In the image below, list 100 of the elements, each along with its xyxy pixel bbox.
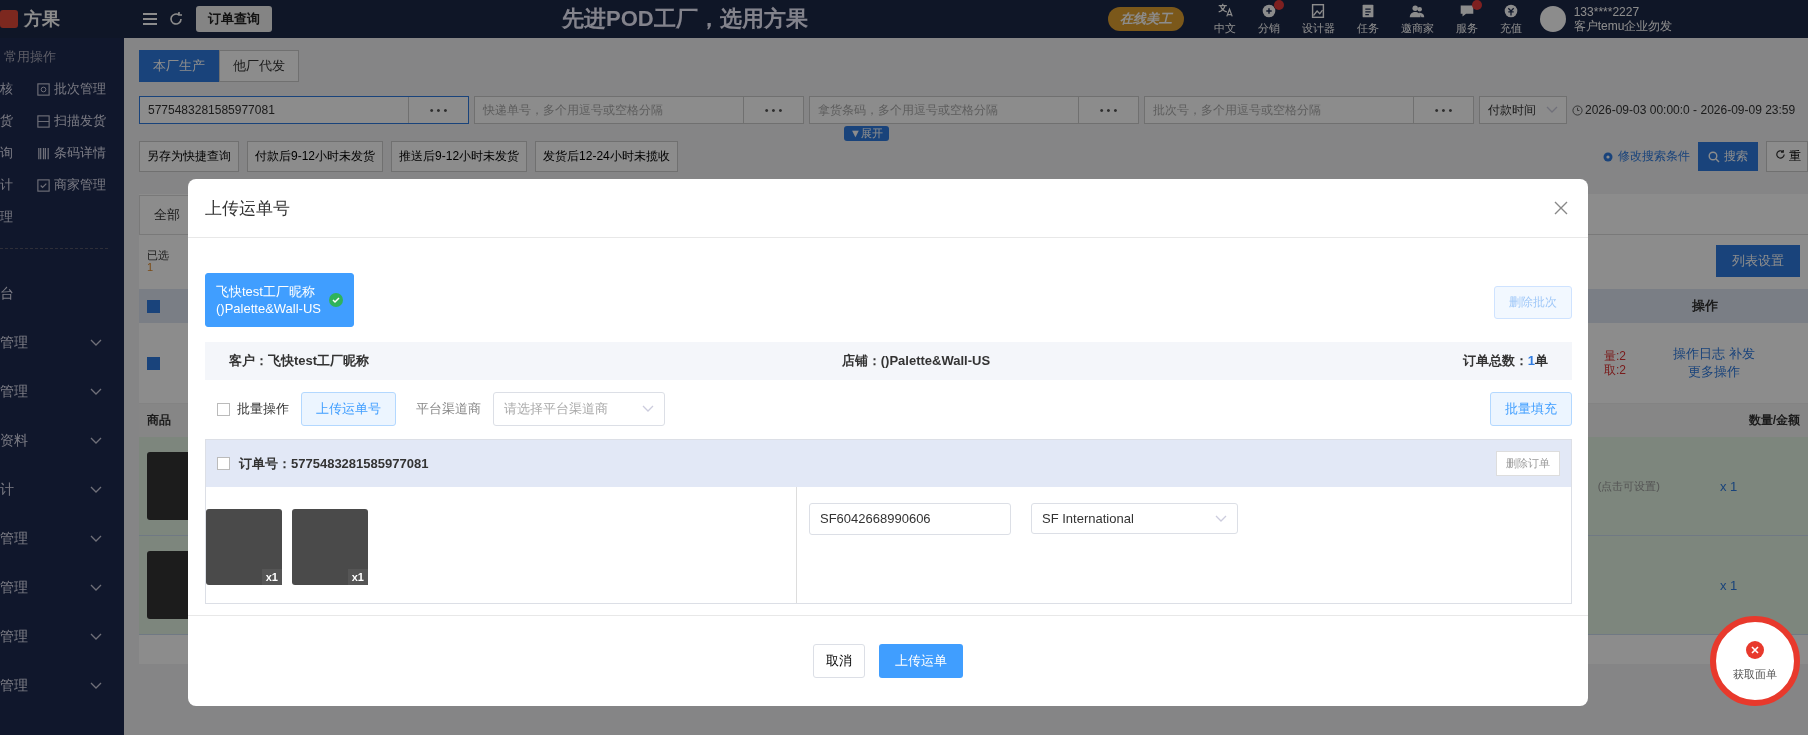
sidebar-menu-item[interactable]: 资料 (0, 416, 124, 465)
submit-button[interactable]: 上传运单 (879, 644, 963, 678)
close-icon (1746, 640, 1764, 659)
logo-text: 方果 (24, 8, 60, 31)
chevron-down-icon (1215, 514, 1227, 523)
chevron-down-icon (90, 436, 102, 445)
banner-slogan: 先进POD工厂，选用方果 (562, 5, 808, 33)
column-header: 商品 (147, 412, 171, 429)
edit-conditions-link[interactable]: 修改搜索条件 (1601, 148, 1690, 165)
sidebar-menu-item[interactable]: 管理 (0, 367, 124, 416)
toolbar-item[interactable]: 邀商家 (1400, 2, 1434, 36)
close-icon[interactable] (1554, 201, 1568, 215)
search-button[interactable]: 搜索 (1697, 142, 1758, 171)
batch-checkbox[interactable]: 批量操作 (217, 400, 289, 418)
chevron-down-icon (90, 534, 102, 543)
search-icon (1707, 150, 1720, 163)
chevron-down-icon (1546, 106, 1558, 114)
order-number: 订单号：5775483281585977081 (239, 454, 429, 473)
chevron-down-icon (90, 387, 102, 396)
cancel-button[interactable]: 取消 (813, 644, 865, 678)
quick-link[interactable]: 计 (0, 176, 36, 194)
barcode-icon (36, 145, 51, 161)
quick-query-button[interactable]: 付款后9-12小时未发货 (247, 141, 384, 172)
row-checkbox[interactable] (147, 356, 160, 370)
quick-link[interactable]: 理 (0, 208, 36, 226)
reset-button[interactable]: 重 (1765, 141, 1808, 172)
quick-link[interactable]: 条码详情 (36, 144, 124, 162)
store-text: 店铺：()Palette&Wall-US (841, 352, 991, 370)
batch-fill-button[interactable]: 批量填充 (1490, 392, 1572, 426)
carrier-select[interactable]: SF International (1031, 503, 1238, 534)
list-settings-button[interactable]: 列表设置 (1716, 245, 1800, 277)
selected-count: 已选 1 (147, 249, 169, 273)
delete-order-button[interactable]: 删除订单 (1496, 451, 1560, 476)
get-label-button[interactable]: 获取面单 (1710, 616, 1800, 706)
product-photo: x1 (292, 509, 368, 585)
action-link[interactable]: 补发 (1728, 346, 1755, 361)
customer-text: 客户：飞快test工厂昵称 (229, 352, 370, 370)
quick-link[interactable]: 扫描发货 (36, 112, 124, 130)
chevron-down-icon (90, 338, 102, 347)
quick-link[interactable]: 询 (0, 144, 36, 162)
toolbar-item[interactable]: 中文 (1213, 2, 1236, 36)
order-total-text: 订单总数：1单 (1462, 352, 1548, 370)
menu-icon[interactable] (142, 12, 158, 26)
quick-link[interactable]: 商家管理 (36, 176, 124, 194)
sidebar-menu-item[interactable]: 台 (0, 269, 124, 318)
page-tab[interactable]: 订单查询 (196, 6, 272, 32)
user-account: 客户temu企业勿发 (1573, 19, 1673, 33)
quick-link[interactable]: 批次管理 (36, 80, 124, 98)
product-photo: x1 (206, 509, 282, 585)
toolbar-item[interactable]: 服务 (1455, 2, 1478, 36)
chevron-down-icon (90, 583, 102, 592)
chevron-down-icon (90, 632, 102, 641)
quick-query-button[interactable]: 另存为快捷查询 (139, 141, 239, 172)
toolbar-item[interactable]: 设计器 (1301, 2, 1335, 36)
clock-icon (1572, 104, 1583, 116)
sidebar-menu-item[interactable]: 管理 (0, 514, 124, 563)
tab[interactable]: 他厂代发 (219, 50, 299, 82)
sidebar-menu-item[interactable]: 管理 (0, 318, 124, 367)
logo-icon (0, 10, 18, 28)
channel-select[interactable]: 请选择平台渠道商 (493, 392, 665, 426)
sidebar-section-title: 常用操作 (3, 48, 57, 66)
user-phone: 133****2227 (1573, 5, 1641, 19)
refresh-icon (1774, 149, 1786, 160)
checkbox-icon (36, 177, 51, 193)
more-actions-link[interactable]: 更多操作 (1688, 363, 1740, 381)
toolbar-item[interactable]: 充值 (1499, 2, 1522, 36)
order-number-field[interactable]: 5775483281585977081 • • • (139, 96, 469, 124)
batch-chip[interactable]: 飞快test工厂昵称 ()Palette&Wall-US (205, 273, 354, 327)
action-link[interactable]: 操作日志 (1673, 346, 1726, 361)
refresh-icon[interactable] (168, 11, 184, 27)
column-header: 操作 (1691, 297, 1719, 315)
channel-label: 平台渠道商 (416, 400, 481, 418)
select-all-checkbox[interactable] (147, 299, 160, 313)
quick-query-button[interactable]: 发货后12-24小时未揽收 (535, 141, 678, 172)
quick-link[interactable]: 核 (0, 80, 36, 98)
avatar-icon[interactable] (1539, 6, 1566, 32)
dialog-title: 上传运单号 (205, 197, 290, 220)
quantity-text: x 1 (1720, 577, 1739, 593)
quick-link[interactable]: 货 (0, 112, 36, 130)
time-type-select[interactable]: 付款时间 (1479, 96, 1567, 124)
date-range-field[interactable]: 2026-09-03 00:00:0 - 2026-09-09 23:59 (1572, 103, 1796, 117)
tracking-number-field[interactable]: SF6042668990606 (809, 503, 1011, 535)
order-checkbox[interactable] (217, 457, 230, 470)
sidebar-menu-item[interactable]: 管理 (0, 563, 124, 612)
quick-query-button[interactable]: 推送后9-12小时未发货 (391, 141, 528, 172)
sidebar-menu-item[interactable]: 管理 (0, 612, 124, 661)
upload-tracking-button[interactable]: 上传运单号 (301, 392, 396, 426)
gear-icon (1601, 150, 1614, 163)
chevron-down-icon (642, 405, 654, 413)
quantity-text: x 1 (1720, 478, 1739, 494)
toolbar-item[interactable]: 任务 (1356, 2, 1379, 36)
tab[interactable]: 本厂生产 (139, 50, 219, 82)
chevron-down-icon (90, 681, 102, 690)
toolbar-item[interactable]: 分销 (1257, 2, 1280, 36)
check-icon (329, 293, 343, 307)
sidebar-menu-item[interactable]: 管理 (0, 661, 124, 710)
column-header: 数量/金额 (1748, 412, 1800, 429)
box-icon (36, 81, 51, 97)
sidebar-menu-item[interactable]: 计 (0, 465, 124, 514)
expand-button[interactable]: ▼展开 (844, 126, 889, 141)
